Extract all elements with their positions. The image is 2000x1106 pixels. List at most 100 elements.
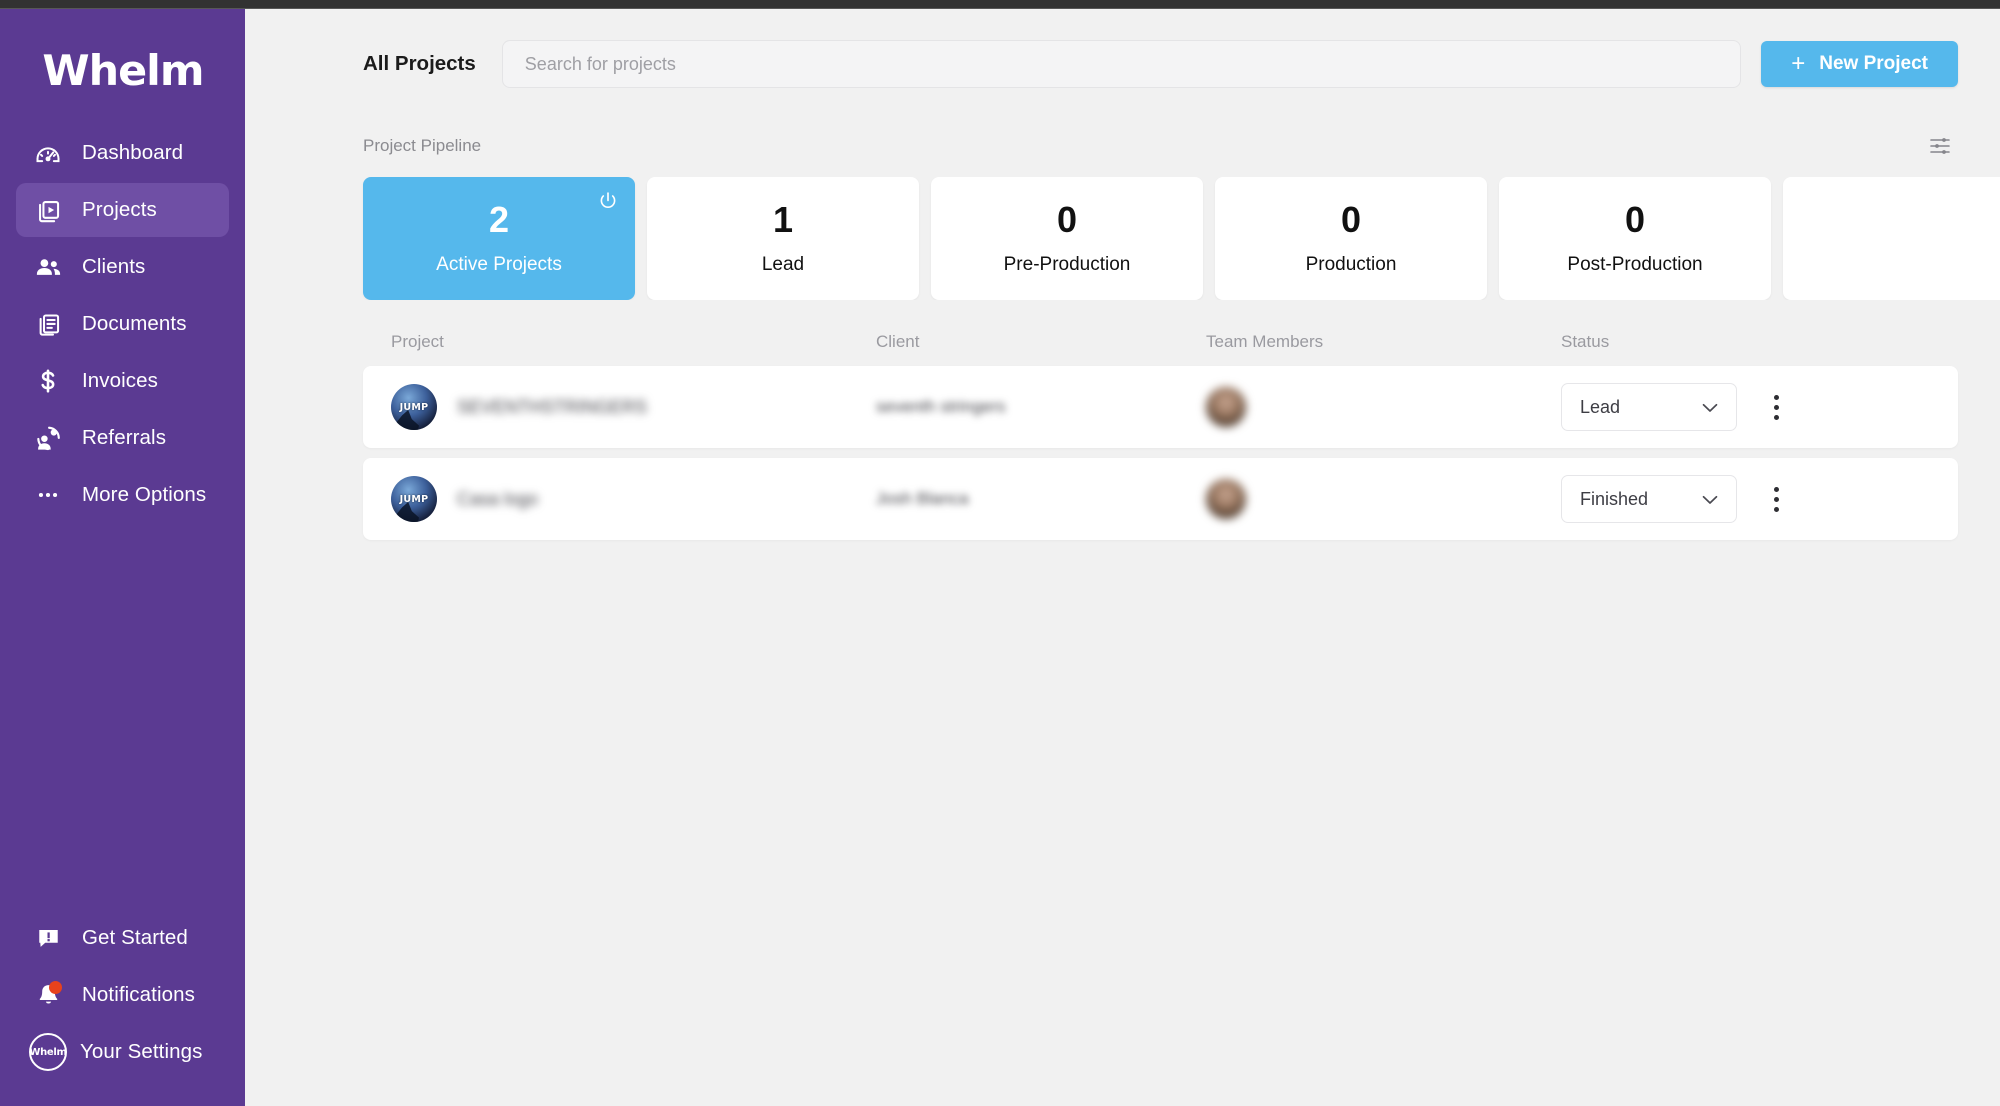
status-dropdown[interactable]: Finished [1561,475,1737,523]
pipeline-card-pre-production[interactable]: 0 Pre-Production [931,177,1203,300]
kebab-dot [1774,507,1779,512]
team-member-avatar[interactable] [1206,387,1246,427]
sidebar-nav-primary: Dashboard Projects [0,123,245,525]
main-content: All Projects + New Project Project Pipel… [245,9,2000,1106]
pipeline-card-overflow[interactable] [1783,177,2000,300]
pipeline-card-active-projects[interactable]: 2 Active Projects [363,177,635,300]
dollar-icon [32,365,64,397]
pipeline-card-label: Production [1306,254,1397,276]
sidebar-item-referrals[interactable]: Referrals [16,411,229,465]
sidebar-item-notifications[interactable]: Notifications [16,968,229,1022]
project-avatar-label: JUMP [400,494,429,505]
column-header-client: Client [876,332,1206,352]
team-member-avatar[interactable] [1206,479,1246,519]
people-icon [32,251,64,283]
new-project-label: New Project [1819,53,1928,75]
pipeline-card-label: Lead [762,254,804,276]
brand-name: Whelm [42,46,203,95]
whelm-avatar-icon: Whelm [29,1033,67,1071]
browser-chrome-bar [0,0,2000,9]
search-input[interactable] [502,40,1741,88]
pipeline-card-count: 0 [1341,202,1361,238]
table-header-row: Project Client Team Members Status [363,332,1958,352]
cell-status: Finished [1561,475,1930,523]
brand-logo[interactable]: Whelm [0,27,245,113]
sidebar-item-label: More Options [82,483,206,507]
kebab-dot [1774,415,1779,420]
chevron-down-icon [1702,489,1718,510]
sidebar-item-label: Your Settings [80,1040,203,1064]
project-name: SEVENTHSTRINGERS [457,397,647,418]
sidebar-item-get-started[interactable]: Get Started [16,911,229,965]
sidebar-item-label: Clients [82,255,145,279]
sidebar-item-your-settings[interactable]: Whelm Your Settings [16,1025,229,1079]
sidebar-item-projects[interactable]: Projects [16,183,229,237]
cell-team-members [1206,479,1561,519]
video-stack-icon [32,194,64,226]
sidebar-item-label: Dashboard [82,141,183,165]
sidebar-spacer [0,525,245,898]
sidebar-item-documents[interactable]: Documents [16,297,229,351]
project-avatar: JUMP [391,384,437,430]
project-pipeline-section: Project Pipeline [245,97,2000,300]
chevron-down-icon [1702,397,1718,418]
pipeline-card-post-production[interactable]: 0 Post-Production [1499,177,1771,300]
sidebar-item-more-options[interactable]: More Options [16,468,229,522]
page-header: All Projects + New Project [245,9,2000,97]
projects-table: Project Client Team Members Status JUMP … [245,300,2000,540]
pipeline-card-lead[interactable]: 1 Lead [647,177,919,300]
cell-client: seventh stringers [876,397,1206,417]
sidebar-item-label: Invoices [82,369,158,393]
bell-icon [32,979,64,1011]
pipeline-card-count: 2 [489,202,509,238]
avatar-label: Whelm [29,1047,66,1058]
project-name: Casa logo [457,489,538,510]
pipeline-card-label: Active Projects [436,254,562,276]
sidebar-item-label: Projects [82,198,157,222]
row-menu-button[interactable] [1763,479,1789,519]
app-root: Whelm Dashboard [0,0,2000,1106]
cell-project: JUMP SEVENTHSTRINGERS [391,384,876,430]
pipeline-card-count: 0 [1625,202,1645,238]
notification-badge-dot [49,981,62,994]
pipeline-card-count: 0 [1057,202,1077,238]
sidebar-nav-secondary: Get Started Notifications Whelm You [0,908,245,1106]
sidebar-item-label: Get Started [82,926,188,950]
project-avatar-label: JUMP [400,402,429,413]
client-name: seventh stringers [876,397,1005,417]
cell-status: Lead [1561,383,1930,431]
chat-alert-icon [32,922,64,954]
row-menu-button[interactable] [1763,387,1789,427]
sliders-icon[interactable] [1924,131,1958,161]
status-dropdown[interactable]: Lead [1561,383,1737,431]
project-avatar: JUMP [391,476,437,522]
kebab-dot [1774,405,1779,410]
sidebar-item-label: Documents [82,312,187,336]
sidebar-item-dashboard[interactable]: Dashboard [16,126,229,180]
speedometer-icon [32,137,64,169]
cell-client: Josh Blanca [876,489,1206,509]
status-value: Lead [1580,397,1620,418]
plus-icon: + [1791,52,1805,76]
sidebar: Whelm Dashboard [0,9,245,1106]
client-name: Josh Blanca [876,489,969,509]
new-project-button[interactable]: + New Project [1761,41,1958,87]
power-icon [597,190,619,217]
ellipsis-icon [32,479,64,511]
column-header-team-members: Team Members [1206,332,1561,352]
kebab-dot [1774,395,1779,400]
cell-team-members [1206,387,1561,427]
documents-icon [32,308,64,340]
sidebar-item-clients[interactable]: Clients [16,240,229,294]
pipeline-card-label: Pre-Production [1004,254,1131,276]
pipeline-card-label: Post-Production [1567,254,1702,276]
pipeline-card-list: 2 Active Projects 1 Lead 0 Pre-Productio… [245,177,2000,300]
column-header-project: Project [391,332,876,352]
pipeline-card-production[interactable]: 0 Production [1215,177,1487,300]
table-row[interactable]: JUMP SEVENTHSTRINGERS seventh stringers … [363,366,1958,448]
page-title: All Projects [363,52,476,76]
sidebar-item-invoices[interactable]: Invoices [16,354,229,408]
kebab-dot [1774,487,1779,492]
table-row[interactable]: JUMP Casa logo Josh Blanca Finished [363,458,1958,540]
pipeline-title: Project Pipeline [363,136,481,156]
